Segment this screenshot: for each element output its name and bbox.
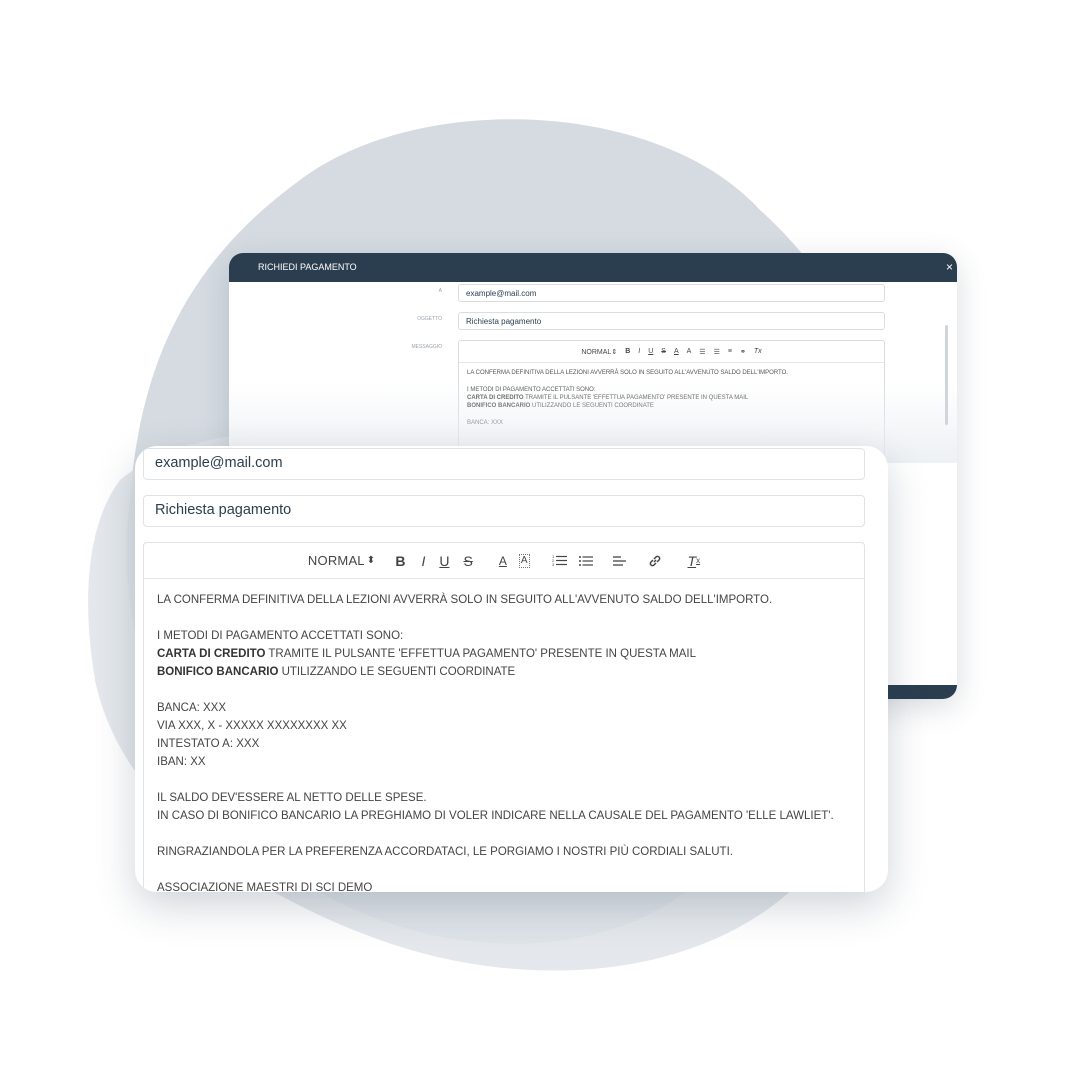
svg-text:3: 3	[552, 562, 555, 567]
editor-toolbar-small: NORMAL⇕ B I U S A A ☰ ☰ ≡ ⚭ Tx	[459, 341, 884, 363]
message-label: MESSAGGIO	[411, 344, 442, 350]
link-icon-small[interactable]: ⚭	[740, 348, 746, 356]
bullet-list-icon-small[interactable]: ☰	[714, 348, 720, 356]
underline-button-small[interactable]: U	[648, 348, 653, 355]
message-line: LA CONFERMA DEFINITIVA DELLA LEZIONI AVV…	[157, 594, 773, 606]
strikethrough-button[interactable]: S	[463, 551, 472, 571]
modal-header: RICHIEDI PAGAMENTO ×	[229, 253, 957, 282]
close-icon[interactable]: ×	[946, 253, 953, 282]
to-field-small[interactable]: example@mail.com	[458, 284, 885, 302]
message-line: RINGRAZIANDOLA PER LA PREFERENZA ACCORDA…	[157, 846, 733, 858]
message-line: IL SALDO DEV'ESSERE AL NETTO DELLE SPESE…	[157, 792, 427, 804]
italic-button-small[interactable]: I	[638, 348, 640, 355]
link-icon[interactable]	[648, 551, 662, 571]
bold-button-small[interactable]: B	[625, 348, 630, 355]
to-field[interactable]: example@mail.com	[143, 448, 865, 480]
message-line: ASSOCIAZIONE MAESTRI DI SCI DEMO	[157, 882, 373, 892]
clear-format-icon[interactable]: Tx	[688, 551, 701, 571]
format-select[interactable]: NORMAL ⬍	[308, 551, 375, 571]
text-color-button-small[interactable]: A	[674, 348, 679, 355]
strike-button-small[interactable]: S	[661, 348, 666, 355]
message-line: IBAN: XX	[157, 756, 206, 768]
ordered-list-icon[interactable]: 123	[552, 551, 567, 571]
bullet-list-icon[interactable]	[578, 551, 593, 571]
ordered-list-icon-small[interactable]: ☰	[699, 348, 705, 356]
message-body: LA CONFERMA DEFINITIVA DELLA LEZIONI AVV…	[144, 579, 864, 892]
subject-field[interactable]: Richiesta pagamento	[143, 495, 865, 527]
message-line: CARTA DI CREDITO TRAMITE IL PULSANTE 'EF…	[157, 648, 697, 660]
italic-button[interactable]: I	[421, 551, 425, 571]
format-select-small[interactable]: NORMAL⇕	[581, 348, 617, 356]
text-color-button[interactable]: A	[499, 551, 507, 571]
message-line: VIA XXX, X - XXXXX XXXXXXXX XX	[157, 720, 347, 732]
zoomed-form-card: example@mail.com Richiesta pagamento NOR…	[135, 446, 888, 892]
scrollbar[interactable]	[945, 325, 948, 425]
message-line: INTESTATO A: XXX	[157, 738, 260, 750]
subject-field-small[interactable]: Richiesta pagamento	[458, 312, 885, 330]
align-icon-small[interactable]: ≡	[728, 348, 732, 355]
message-line: IN CASO DI BONIFICO BANCARIO LA PREGHIAM…	[157, 810, 834, 822]
subject-label: OGGETTO	[417, 316, 442, 322]
modal-title: RICHIEDI PAGAMENTO	[258, 262, 357, 272]
message-line: I METODI DI PAGAMENTO ACCETTATI SONO:	[157, 630, 404, 642]
clear-format-icon-small[interactable]: Tx	[754, 348, 762, 355]
bold-button[interactable]: B	[395, 551, 405, 571]
message-line: BONIFICO BANCARIO UTILIZZANDO LE SEGUENT…	[157, 666, 516, 678]
to-label: A	[438, 288, 442, 294]
message-line: BANCA: XXX	[157, 702, 227, 714]
underline-button[interactable]: U	[439, 551, 449, 571]
message-editor[interactable]: NORMAL ⬍ B I U S A A 123 Tx LA CONFERMA …	[143, 542, 865, 892]
align-icon[interactable]	[612, 551, 626, 571]
bg-color-button-small[interactable]: A	[687, 348, 692, 355]
background-color-button[interactable]: A	[518, 551, 530, 571]
editor-toolbar: NORMAL ⬍ B I U S A A 123 Tx	[144, 543, 864, 579]
